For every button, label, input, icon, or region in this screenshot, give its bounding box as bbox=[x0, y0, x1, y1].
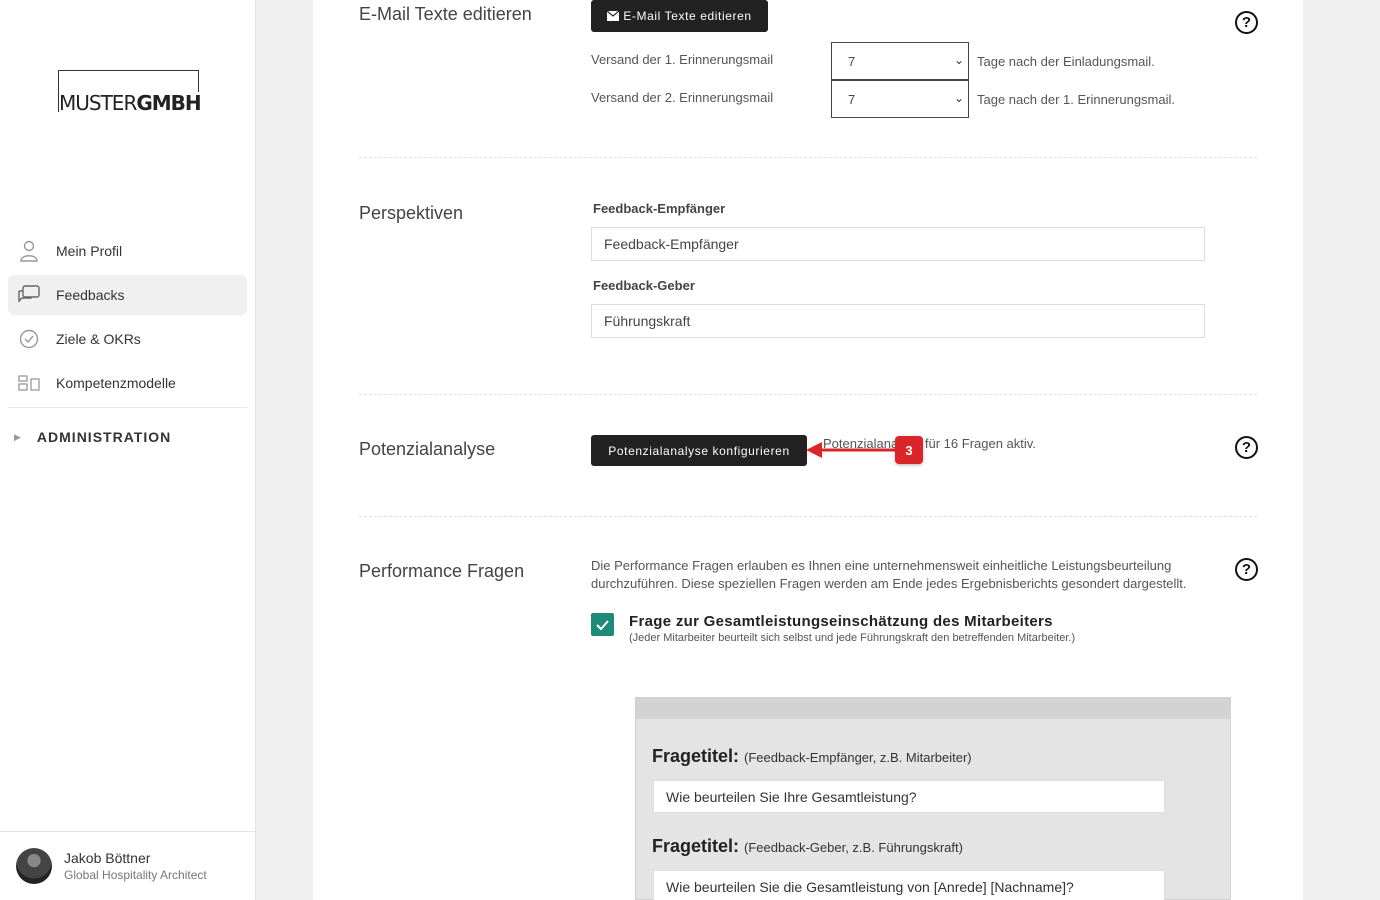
annotation-badge: 3 bbox=[895, 436, 923, 464]
user-name: Jakob Böttner bbox=[64, 850, 151, 866]
question1-title-label: Fragetitel: bbox=[652, 746, 740, 766]
reminder2-value: 7 bbox=[848, 91, 856, 107]
configure-potential-analysis-button[interactable]: Potenzialanalyse konfigurieren bbox=[591, 435, 807, 466]
question-config-box: Fragetitel: (Feedback-Empfänger, z.B. Mi… bbox=[635, 697, 1231, 900]
sidebar-item-mein-profil[interactable]: Mein Profil bbox=[8, 231, 247, 271]
overall-performance-title: Frage zur Gesamtleistungseinschätzung de… bbox=[629, 613, 1053, 630]
receiver-input[interactable]: Feedback-Empfänger bbox=[591, 227, 1205, 261]
email-section-label: E-Mail Texte editieren bbox=[359, 4, 532, 24]
administration-label: ADMINISTRATION bbox=[36, 429, 172, 445]
chevron-down-icon: ⌄ bbox=[953, 53, 964, 67]
overall-performance-checkbox[interactable] bbox=[591, 613, 614, 636]
section-divider bbox=[359, 394, 1257, 395]
sidebar-item-ziele-okrs[interactable]: Ziele & OKRs bbox=[8, 319, 247, 359]
help-icon-performance[interactable]: ? bbox=[1235, 558, 1258, 581]
reminder1-value: 7 bbox=[848, 53, 856, 69]
giver-input-value: Führungskraft bbox=[604, 313, 691, 329]
receiver-field-label: Feedback-Empfänger bbox=[593, 201, 726, 216]
overall-performance-subtitle: (Jeder Mitarbeiter beurteilt sich selbst… bbox=[629, 632, 1076, 644]
avatar bbox=[16, 848, 52, 884]
question-box-header bbox=[636, 698, 1230, 719]
configure-potential-analysis-label: Potenzialanalyse konfigurieren bbox=[608, 443, 790, 458]
layout-icon bbox=[18, 372, 40, 394]
sidebar-item-kompetenzmodelle[interactable]: Kompetenzmodelle bbox=[8, 363, 247, 403]
user-role: Global Hospitality Architect bbox=[64, 868, 207, 882]
reminder2-label: Versand der 2. Erinnerungsmail bbox=[591, 90, 774, 105]
reminder2-select[interactable]: 7 ⌄ bbox=[831, 80, 969, 118]
reminder1-label: Versand der 1. Erinnerungsmail bbox=[591, 52, 774, 67]
main-nav: Mein Profil Feedbacks Ziele & OKRs Kompe… bbox=[8, 231, 247, 466]
checkmark-icon bbox=[596, 619, 609, 630]
caret-right-icon: ▶ bbox=[14, 431, 22, 442]
chat-icon bbox=[18, 284, 40, 306]
chevron-down-icon: ⌄ bbox=[953, 91, 964, 105]
envelope-icon bbox=[607, 11, 620, 21]
question2-title-label: Fragetitel: bbox=[652, 836, 740, 856]
annotation-arrow-icon bbox=[806, 442, 896, 458]
reminder1-after-text: Tage nach der Einladungsmail. bbox=[977, 54, 1155, 69]
logo-text-part1: MUSTER bbox=[59, 91, 137, 115]
potential-section-label: Potenzialanalyse bbox=[359, 439, 496, 459]
sidebar-item-feedbacks[interactable]: Feedbacks bbox=[8, 275, 247, 315]
settings-panel: E-Mail Texte editieren E-Mail Texte edit… bbox=[313, 0, 1303, 900]
question2-hint: (Feedback-Geber, z.B. Führungskraft) bbox=[744, 840, 963, 855]
question1-hint: (Feedback-Empfänger, z.B. Mitarbeiter) bbox=[744, 750, 972, 765]
sidebar-item-label: Feedbacks bbox=[56, 287, 125, 303]
performance-description: Die Performance Fragen erlauben es Ihnen… bbox=[591, 558, 1187, 591]
sidebar: MUSTERGMBH Mein Profil Feedbacks Ziele &… bbox=[0, 0, 256, 900]
question1-input-value: Wie beurteilen Sie Ihre Gesamtleistung? bbox=[666, 788, 917, 805]
check-circle-icon bbox=[18, 328, 40, 350]
section-divider bbox=[359, 516, 1257, 517]
reminder2-after-text: Tage nach der 1. Erinnerungsmail. bbox=[977, 92, 1176, 107]
sidebar-item-administration[interactable]: ▶ ADMINISTRATION bbox=[8, 408, 247, 466]
receiver-input-value: Feedback-Empfänger bbox=[604, 236, 739, 252]
sidebar-item-label: Ziele & OKRs bbox=[56, 331, 141, 347]
question1-title: Fragetitel: (Feedback-Empfänger, z.B. Mi… bbox=[652, 746, 972, 767]
company-logo[interactable]: MUSTERGMBH bbox=[58, 70, 221, 115]
user-icon bbox=[18, 240, 40, 262]
help-icon-potential[interactable]: ? bbox=[1235, 436, 1258, 459]
question1-input[interactable]: Wie beurteilen Sie Ihre Gesamtleistung? bbox=[653, 780, 1165, 813]
section-divider bbox=[359, 157, 1257, 158]
perspectives-section-label: Perspektiven bbox=[359, 203, 464, 223]
edit-email-texts-label: E-Mail Texte editieren bbox=[623, 9, 752, 23]
performance-section-label: Performance Fragen bbox=[359, 561, 525, 581]
help-icon-email[interactable]: ? bbox=[1235, 11, 1258, 34]
sidebar-item-label: Mein Profil bbox=[56, 243, 123, 259]
giver-field-label: Feedback-Geber bbox=[593, 278, 695, 293]
sidebar-item-label: Kompetenzmodelle bbox=[56, 375, 176, 391]
user-profile[interactable]: Jakob Böttner Global Hospitality Archite… bbox=[0, 831, 255, 900]
edit-email-texts-button[interactable]: E-Mail Texte editieren bbox=[591, 0, 768, 32]
question2-title: Fragetitel: (Feedback-Geber, z.B. Führun… bbox=[652, 836, 963, 857]
giver-input[interactable]: Führungskraft bbox=[591, 304, 1205, 338]
logo-text-part2: GMBH bbox=[136, 91, 201, 115]
reminder1-select[interactable]: 7 ⌄ bbox=[831, 42, 969, 80]
question2-input-value: Wie beurteilen Sie die Gesamtleistung vo… bbox=[666, 878, 1074, 895]
question2-input[interactable]: Wie beurteilen Sie die Gesamtleistung vo… bbox=[653, 870, 1165, 900]
